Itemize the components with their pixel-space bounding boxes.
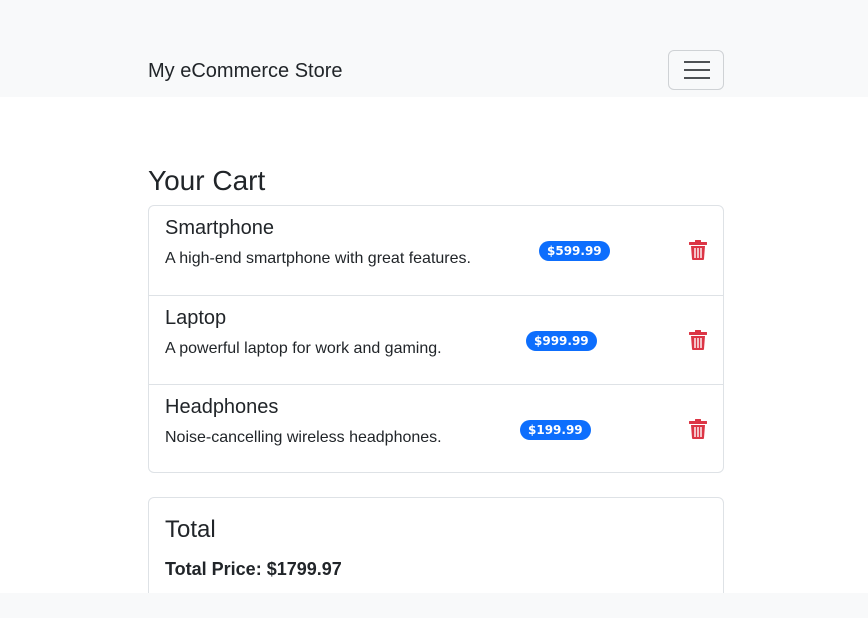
cart-item-headphones: Headphones Noise-cancelling wireless hea…: [149, 384, 723, 473]
cart-item-smartphone: Smartphone A high-end smartphone with gr…: [149, 206, 723, 295]
footer: [0, 593, 868, 618]
cart-item-laptop: Laptop A powerful laptop for work and ga…: [149, 295, 723, 384]
item-name: Smartphone: [165, 217, 274, 239]
trash-icon[interactable]: [689, 240, 707, 260]
item-description: Noise-cancelling wireless headphones.: [165, 429, 442, 446]
price-badge: $599.99: [539, 241, 610, 261]
total-card: Total Total Price: $1799.97: [148, 497, 724, 607]
hamburger-menu-icon: [684, 61, 710, 63]
page-title: Your Cart: [148, 165, 266, 196]
trash-icon[interactable]: [689, 330, 707, 350]
price-badge: $999.99: [526, 331, 597, 351]
navbar-toggle-button[interactable]: [668, 50, 724, 90]
total-price: Total Price: $1799.97: [165, 559, 342, 579]
navbar: My eCommerce Store: [0, 0, 868, 97]
item-name: Laptop: [165, 307, 227, 329]
item-description: A high-end smartphone with great feature…: [165, 250, 471, 267]
item-description: A powerful laptop for work and gaming.: [165, 340, 442, 357]
brand-link[interactable]: My eCommerce Store: [148, 58, 343, 84]
item-name: Headphones: [165, 396, 279, 418]
trash-icon[interactable]: [689, 419, 707, 439]
price-badge: $199.99: [520, 420, 591, 440]
total-title: Total: [165, 516, 216, 543]
cart-list: Smartphone A high-end smartphone with gr…: [148, 205, 724, 473]
